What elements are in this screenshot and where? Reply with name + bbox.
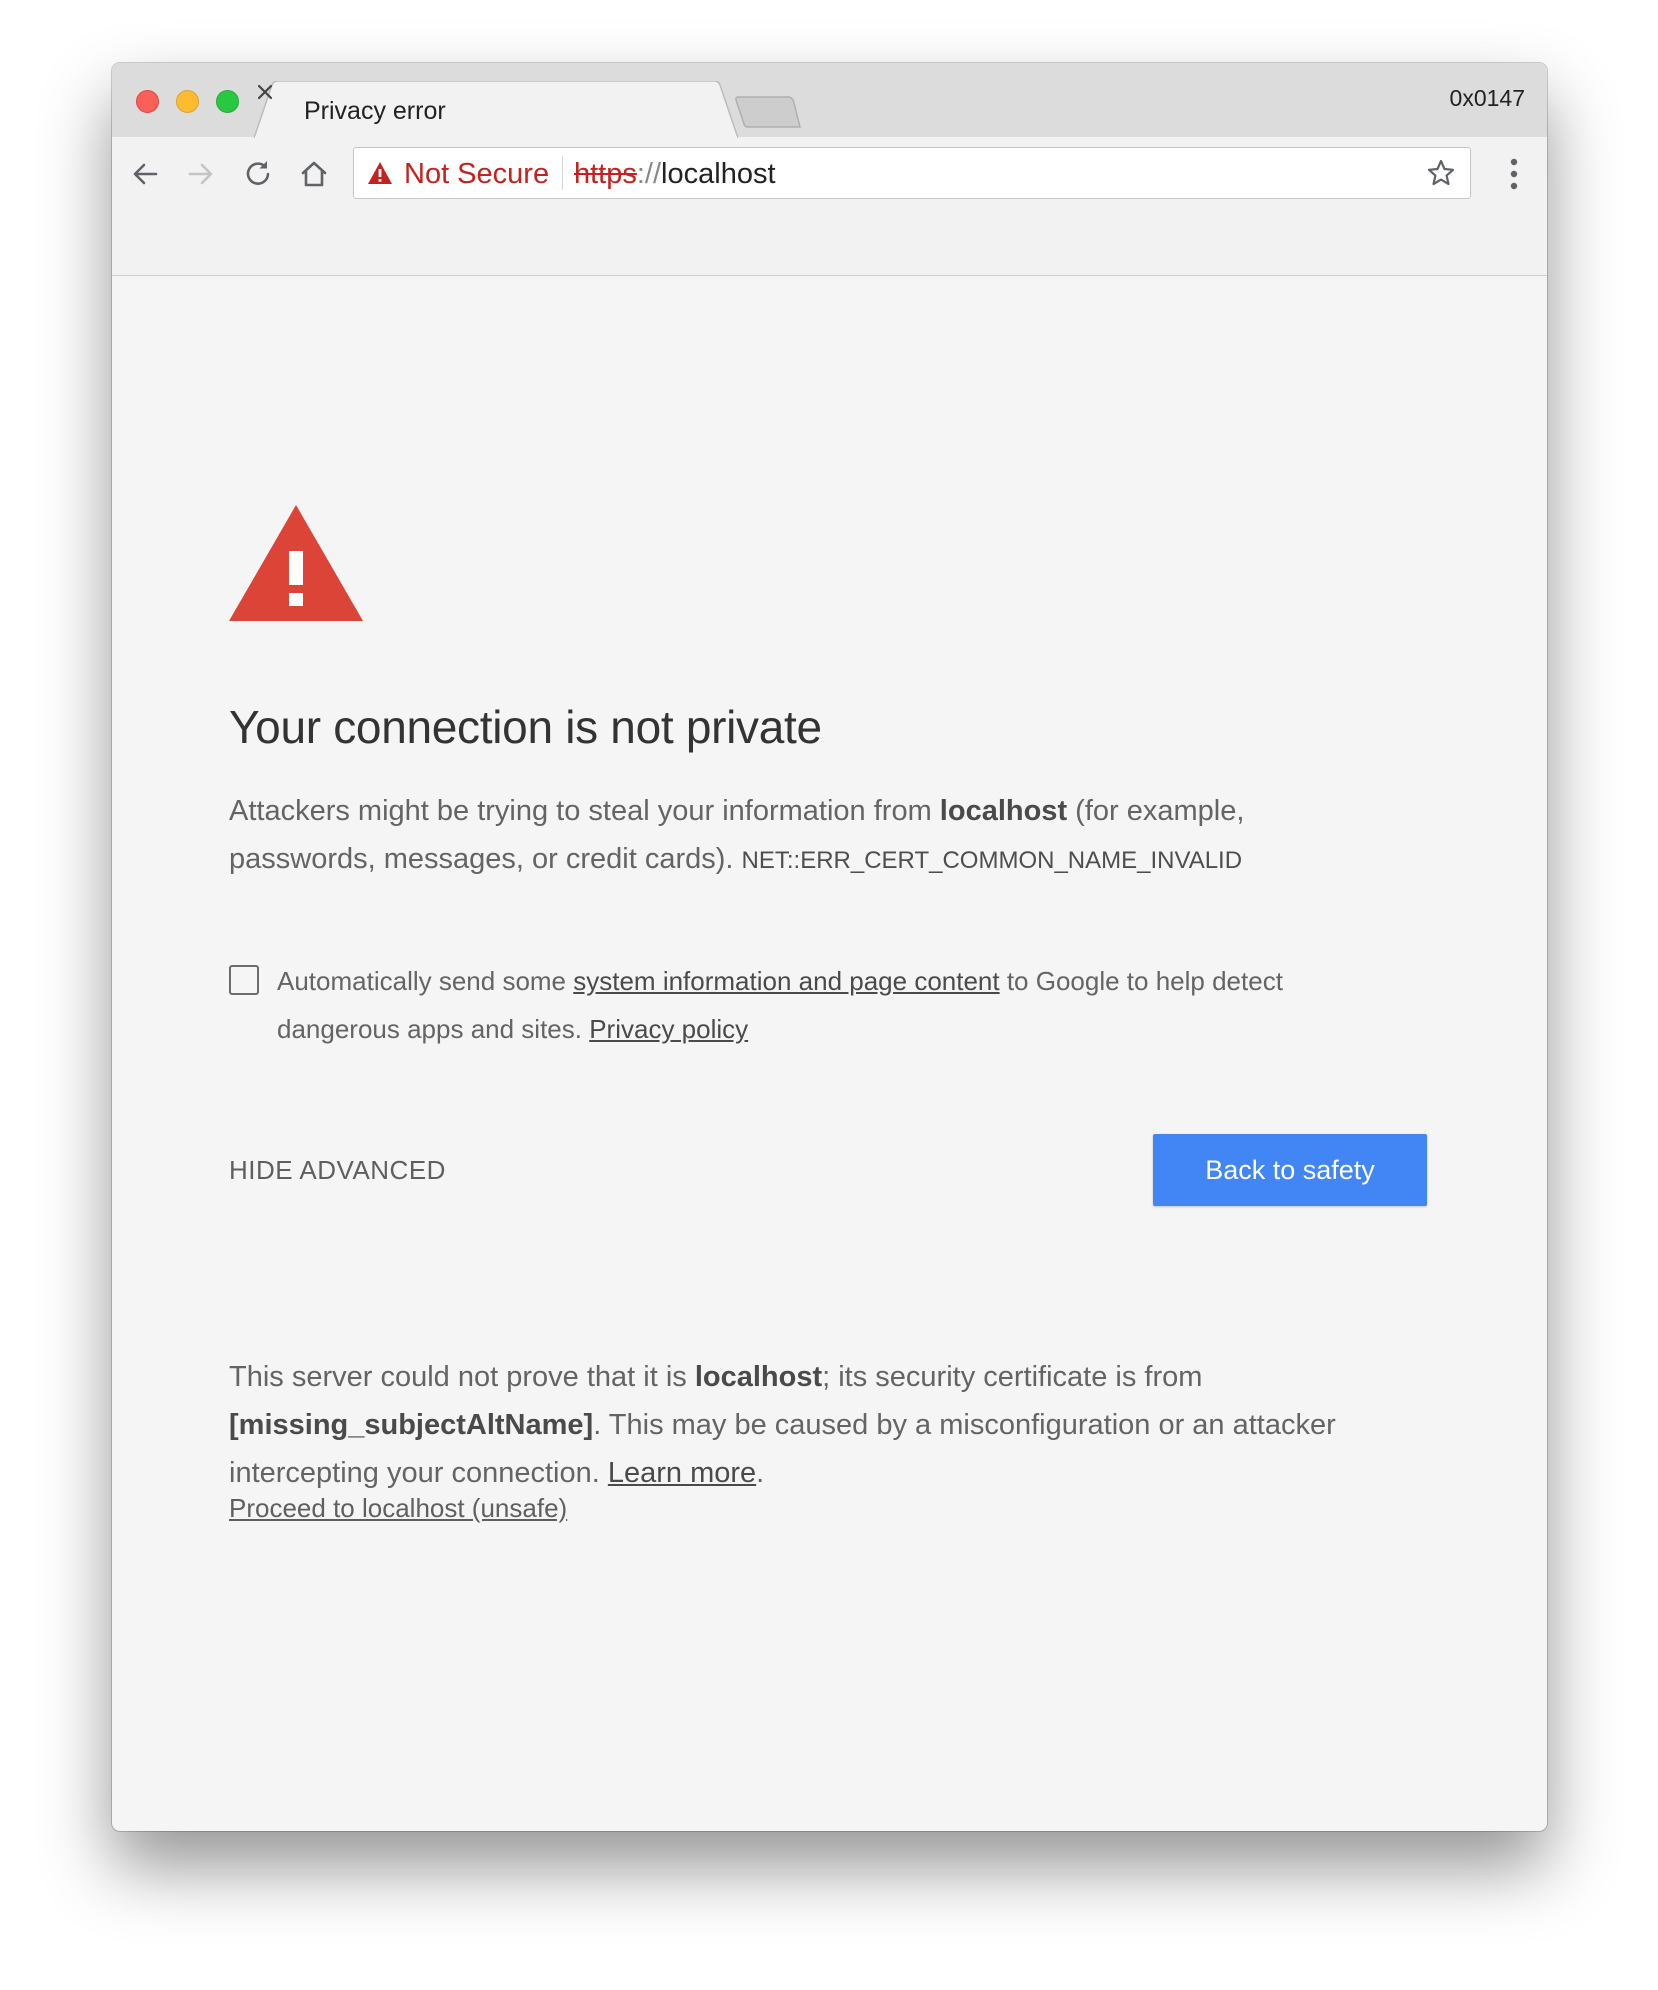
tab-title: Privacy error (304, 97, 446, 125)
tab-strip: Privacy error 0x0147 (112, 63, 1547, 138)
intro-host: localhost (939, 795, 1068, 827)
details-text-start: This server could not prove that it is (229, 1361, 695, 1393)
url-scheme: https (574, 158, 637, 190)
forward-arrow-icon[interactable] (186, 159, 216, 189)
security-status-label[interactable]: Not Secure (404, 158, 549, 191)
toolbar: Not Secure https://localhost (112, 137, 1547, 276)
intro-text-start: Attackers might be trying to steal your … (229, 795, 940, 827)
close-icon[interactable] (254, 81, 276, 103)
address-bar[interactable]: Not Secure https://localhost (353, 147, 1471, 199)
details-text: This server could not prove that it is l… (229, 1353, 1349, 1497)
error-code[interactable]: NET::ERR_CERT_COMMON_NAME_INVALID (742, 847, 1243, 874)
warning-triangle-icon (229, 505, 363, 621)
browser-window: Privacy error 0x0147 Not Secure https://… (112, 63, 1547, 1831)
learn-more-link[interactable]: Learn more (608, 1457, 756, 1489)
star-icon[interactable] (1426, 158, 1456, 188)
url-separator: :// (636, 158, 662, 190)
traffic-light-close-icon[interactable] (136, 90, 159, 113)
report-label: Automatically send some system informati… (277, 957, 1377, 1053)
report-checkbox[interactable] (229, 965, 259, 995)
window-code-label: 0x0147 (1449, 85, 1525, 111)
warning-triangle-icon[interactable] (367, 161, 393, 185)
tab-privacy-error[interactable]: Privacy error (254, 81, 738, 138)
traffic-light-minimize-icon[interactable] (176, 90, 199, 113)
url-text[interactable]: https://localhost (574, 158, 776, 191)
privacy-policy-link[interactable]: Privacy policy (589, 1014, 748, 1044)
three-dots-menu-icon[interactable] (1509, 157, 1519, 191)
report-text-start: Automatically send some (277, 966, 574, 996)
new-tab-button[interactable] (734, 95, 802, 129)
traffic-light-maximize-icon[interactable] (216, 90, 239, 113)
back-arrow-icon[interactable] (130, 159, 160, 189)
reload-icon[interactable] (242, 158, 274, 190)
details-period: . (756, 1457, 765, 1489)
details-host: localhost (694, 1361, 823, 1393)
home-icon[interactable] (298, 158, 330, 190)
details-issuer: [missing_subjectAltName] (229, 1409, 594, 1441)
back-to-safety-button[interactable]: Back to safety (1153, 1134, 1427, 1206)
interstitial-page: Your connection is not private Attackers… (112, 275, 1547, 1831)
url-host: localhost (661, 158, 776, 190)
omnibox-divider (562, 156, 563, 190)
proceed-unsafe-link[interactable]: Proceed to localhost (unsafe) (229, 1493, 567, 1524)
details-text-mid: ; its security certificate is from (822, 1361, 1203, 1393)
system-info-link[interactable]: system information and page content (573, 966, 999, 996)
intro-text: Attackers might be trying to steal your … (229, 787, 1349, 885)
hide-advanced-button[interactable]: HIDE ADVANCED (229, 1155, 446, 1186)
page-title: Your connection is not private (229, 701, 822, 753)
